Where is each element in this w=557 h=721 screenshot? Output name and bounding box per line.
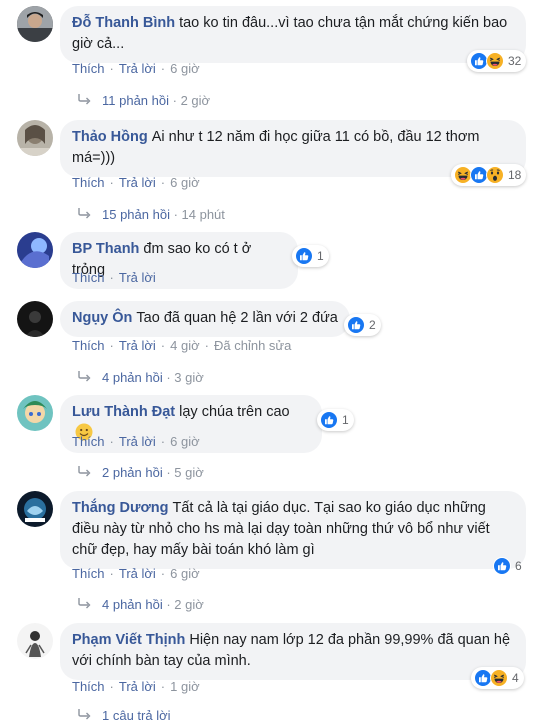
- view-replies-link[interactable]: 4 phản hồi · 3 giờ: [78, 370, 204, 385]
- comment-time[interactable]: 6 giờ: [170, 434, 200, 449]
- avatar[interactable]: [17, 491, 53, 527]
- replies-count[interactable]: 15 phản hồi: [102, 207, 170, 222]
- like-button[interactable]: Thích: [72, 61, 105, 76]
- reply-arrow-icon: [78, 94, 92, 106]
- haha-icon: [486, 52, 504, 70]
- replies-count[interactable]: 4 phản hồi: [102, 597, 163, 612]
- comment-author[interactable]: Thắng Dương: [72, 500, 169, 516]
- like-icon: [347, 316, 365, 334]
- like-icon: [320, 411, 338, 429]
- reply-arrow-icon: [78, 208, 92, 220]
- comment-time[interactable]: 6 giờ: [170, 61, 200, 76]
- reaction-summary[interactable]: 2: [344, 314, 381, 336]
- reply-arrow-icon: [78, 598, 92, 610]
- avatar[interactable]: [17, 232, 53, 268]
- haha-icon: [490, 669, 508, 687]
- replies-time: 14 phút: [181, 207, 225, 222]
- reply-button[interactable]: Trả lời: [119, 338, 156, 353]
- replies-count[interactable]: 2 phản hồi: [102, 465, 163, 480]
- comment-actions: Thích · Trả lời · 1 giờ: [72, 679, 200, 694]
- reaction-count: 6: [515, 559, 522, 573]
- reply-button[interactable]: Trả lời: [119, 566, 156, 581]
- reaction-summary[interactable]: 1: [317, 409, 354, 431]
- like-button[interactable]: Thích: [72, 679, 105, 694]
- reaction-count: 18: [508, 168, 522, 182]
- comment-actions: Thích · Trả lời · 6 giờ: [72, 175, 200, 190]
- comment-author[interactable]: BP Thanh: [72, 241, 139, 257]
- comment-bubble: Phạm Viết Thịnh Hiện nay nam lớp 12 đa ph…: [60, 623, 526, 680]
- avatar[interactable]: [17, 623, 53, 659]
- reaction-count: 32: [508, 54, 522, 68]
- reply-button[interactable]: Trả lời: [119, 270, 156, 285]
- comment-author[interactable]: Lưu Thành Đạt: [72, 404, 175, 420]
- comment-author[interactable]: Phạm Viết Thịnh: [72, 632, 185, 648]
- reply-arrow-icon: [78, 709, 92, 721]
- comment-text: Tao đã quan hệ 2 lần với 2 đứa: [136, 310, 338, 326]
- like-button[interactable]: Thích: [72, 338, 105, 353]
- comment-actions: Thích · Trả lời: [72, 270, 156, 285]
- reaction-summary[interactable]: 18: [451, 164, 527, 186]
- comment-actions: Thích · Trả lời · 6 giờ: [72, 434, 200, 449]
- replies-time: 3 giờ: [174, 370, 204, 385]
- comment-actions: Thích · Trả lời · 6 giờ: [72, 566, 200, 581]
- comment-author[interactable]: Thảo Hồng: [72, 129, 148, 145]
- comment-actions: Thích · Trả lời · 6 giờ: [72, 61, 200, 76]
- replies-time: 5 giờ: [174, 465, 204, 480]
- replies-time: 2 giờ: [180, 93, 211, 108]
- like-button[interactable]: Thích: [72, 566, 105, 581]
- like-icon: [295, 247, 313, 265]
- view-replies-link[interactable]: 4 phản hồi · 2 giờ: [78, 597, 204, 612]
- comment-time[interactable]: 6 giờ: [170, 566, 200, 581]
- like-button[interactable]: Thích: [72, 270, 105, 285]
- view-replies-link[interactable]: 1 câu trả lời: [78, 708, 171, 721]
- view-replies-link[interactable]: 2 phản hồi · 5 giờ: [78, 465, 204, 480]
- reaction-count: 1: [317, 249, 324, 263]
- comment-author[interactable]: Ngụy Ôn: [72, 310, 132, 326]
- reply-button[interactable]: Trả lời: [119, 61, 156, 76]
- like-icon: [493, 557, 511, 575]
- comment-time[interactable]: 6 giờ: [170, 175, 200, 190]
- avatar[interactable]: [17, 6, 53, 42]
- reaction-summary[interactable]: 4: [471, 667, 524, 689]
- reaction-count: 1: [342, 413, 349, 427]
- comment-bubble: Thắng Dương Tất cả là tại giáo dục. Tại s…: [60, 491, 526, 569]
- reaction-count: 2: [369, 318, 376, 332]
- replies-time: 2 giờ: [174, 597, 204, 612]
- reaction-summary[interactable]: 32: [467, 50, 527, 72]
- reply-button[interactable]: Trả lời: [119, 679, 156, 694]
- reply-arrow-icon: [78, 466, 92, 478]
- reaction-count: 4: [512, 671, 519, 685]
- reply-button[interactable]: Trả lời: [119, 175, 156, 190]
- avatar[interactable]: [17, 301, 53, 337]
- comment-text: lạy chúa trên cao: [179, 404, 290, 420]
- reply-button[interactable]: Trả lời: [119, 434, 156, 449]
- comment-time[interactable]: 1 giờ: [170, 679, 200, 694]
- like-button[interactable]: Thích: [72, 434, 105, 449]
- comment-actions: Thích · Trả lời · 4 giờ · Đã chỉnh sửa: [72, 338, 292, 353]
- reaction-summary[interactable]: 1: [292, 245, 329, 267]
- reaction-summary[interactable]: 6: [493, 555, 522, 577]
- view-replies-link[interactable]: 15 phản hồi · 14 phút: [78, 207, 225, 222]
- comment-bubble: Đỗ Thanh Bình tao ko tin đâu...vì tao chư…: [60, 6, 526, 63]
- view-replies-link[interactable]: 11 phản hồi · 2 giờ: [78, 93, 210, 108]
- avatar[interactable]: [17, 395, 53, 431]
- avatar[interactable]: [17, 120, 53, 156]
- replies-count[interactable]: 11 phản hồi: [102, 93, 169, 108]
- comment-time[interactable]: 4 giờ: [170, 338, 200, 353]
- reply-arrow-icon: [78, 371, 92, 383]
- edited-label[interactable]: Đã chỉnh sửa: [214, 338, 291, 353]
- like-button[interactable]: Thích: [72, 175, 105, 190]
- comment-bubble: Ngụy Ôn Tao đã quan hệ 2 lần với 2 đứa: [60, 301, 350, 337]
- replies-count[interactable]: 4 phản hồi: [102, 370, 163, 385]
- replies-count[interactable]: 1 câu trả lời: [102, 708, 171, 721]
- comment-author[interactable]: Đỗ Thanh Bình: [72, 15, 175, 31]
- wow-icon: [486, 166, 504, 184]
